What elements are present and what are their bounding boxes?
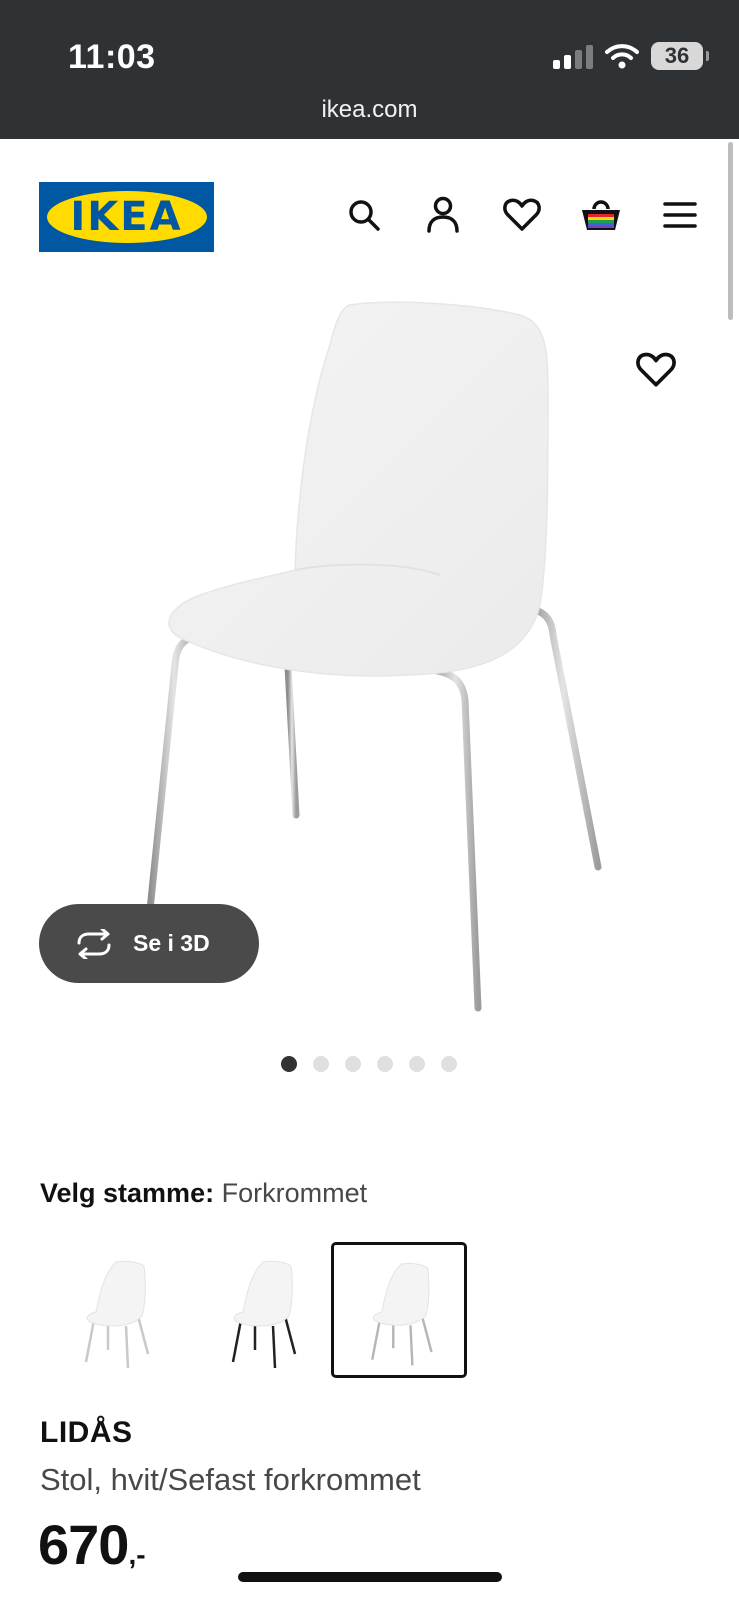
- wifi-icon: [605, 44, 639, 69]
- price-value: 670: [38, 1513, 129, 1576]
- gallery-dot[interactable]: [377, 1056, 393, 1072]
- product-name: LIDÅS: [40, 1416, 133, 1449]
- add-to-favorites-button[interactable]: [636, 352, 684, 396]
- gallery-dot[interactable]: [441, 1056, 457, 1072]
- variant-label: Velg stamme:: [40, 1178, 215, 1208]
- heart-icon[interactable]: [500, 193, 544, 237]
- battery-level: 36: [664, 43, 690, 68]
- variant-value: Forkrommet: [221, 1178, 368, 1208]
- home-indicator[interactable]: [238, 1572, 502, 1582]
- gallery-dot[interactable]: [281, 1056, 297, 1072]
- variant-option-chrome-legs[interactable]: [331, 1242, 467, 1378]
- signal-icon: [553, 43, 593, 69]
- gallery-dot[interactable]: [409, 1056, 425, 1072]
- browser-top-bar: 11:03 36 ikea.com: [0, 0, 739, 139]
- account-icon[interactable]: [421, 193, 465, 237]
- url-bar[interactable]: ikea.com: [0, 96, 739, 124]
- ikea-logo[interactable]: IKEA: [39, 182, 214, 252]
- view-in-3d-button[interactable]: Se i 3D: [39, 904, 259, 983]
- product-description: Stol, hvit/Sefast forkrommet: [40, 1462, 421, 1497]
- menu-icon[interactable]: [658, 193, 702, 237]
- rotate-icon: [77, 928, 111, 959]
- variant-option-black-legs[interactable]: [193, 1242, 329, 1378]
- search-icon[interactable]: [342, 193, 386, 237]
- status-time: 11:03: [68, 38, 156, 76]
- battery-icon: 36: [651, 42, 709, 70]
- variant-heading: Velg stamme: Forkrommet: [40, 1178, 367, 1209]
- status-icons: 36: [553, 42, 709, 70]
- basket-icon[interactable]: [579, 193, 623, 237]
- variant-option-white-legs[interactable]: [46, 1242, 182, 1378]
- logo-text: IKEA: [46, 191, 207, 243]
- product-price: 670,-: [38, 1512, 146, 1577]
- view-in-3d-label: Se i 3D: [133, 930, 210, 956]
- price-suffix: ,-: [128, 1539, 146, 1570]
- gallery-dot[interactable]: [345, 1056, 361, 1072]
- gallery-pagination: [281, 1056, 457, 1072]
- gallery-dot[interactable]: [313, 1056, 329, 1072]
